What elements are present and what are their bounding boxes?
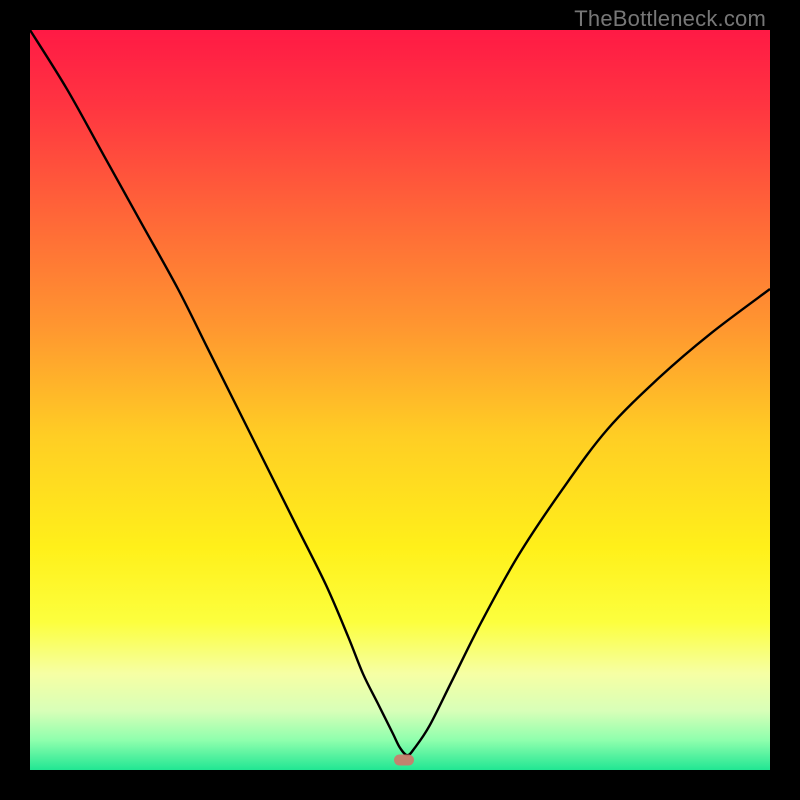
optimal-point-marker: [394, 755, 414, 766]
bottleneck-curve: [30, 30, 770, 755]
chart-stage: TheBottleneck.com: [0, 0, 800, 800]
curve-layer: [30, 30, 770, 770]
plot-area: [30, 30, 770, 770]
watermark-text: TheBottleneck.com: [574, 6, 766, 32]
